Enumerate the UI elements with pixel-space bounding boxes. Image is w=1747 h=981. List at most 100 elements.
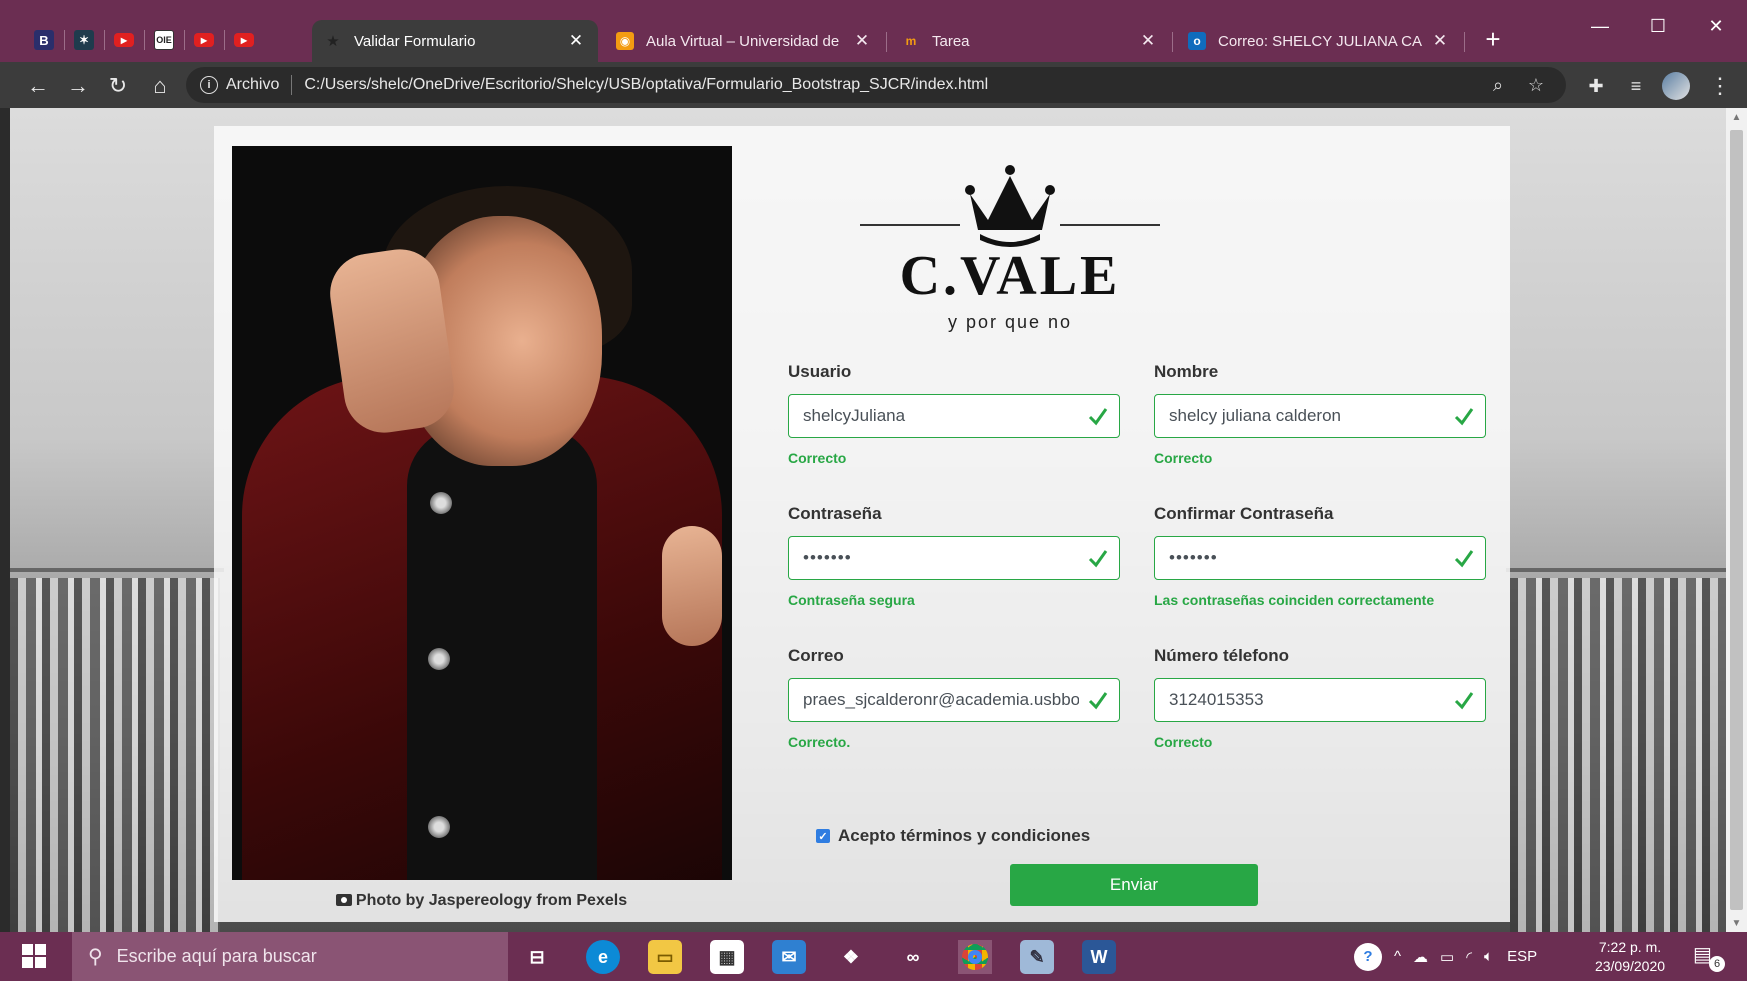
bookmark-star-icon[interactable]: ☆	[1522, 71, 1550, 99]
check-icon	[1454, 408, 1474, 426]
telefono-feedback: Correcto	[1154, 734, 1213, 750]
usuario-input[interactable]: shelcyJuliana	[788, 394, 1120, 438]
search-icon: ⚲	[88, 946, 103, 968]
reading-list-icon[interactable]: ≡	[1620, 70, 1652, 102]
form-card: Photo by Jaspereology from Pexels C.VALE…	[214, 126, 1510, 922]
browser-toolbar: ← → ↻ ⌂ i Archivo C:/Users/shelc/OneDriv…	[0, 62, 1747, 108]
tab-separator	[886, 32, 887, 52]
star-icon: ★	[326, 33, 340, 50]
edge-icon[interactable]: e	[586, 940, 620, 974]
new-tab-button[interactable]: +	[1476, 22, 1510, 56]
home-button[interactable]: ⌂	[144, 70, 176, 102]
page-scrollbar[interactable]: ▲ ▼	[1726, 108, 1747, 932]
volume-icon[interactable]: 🔈︎	[1484, 948, 1493, 965]
outlook-icon: o	[1188, 32, 1206, 50]
notes-app-icon[interactable]: ✎	[1020, 940, 1054, 974]
terms-checkbox-row[interactable]: ✓ Acepto términos y condiciones	[816, 826, 1090, 846]
close-window-button[interactable]: ✕	[1688, 6, 1744, 46]
check-icon	[1088, 408, 1108, 426]
youtube-icon: ▶	[194, 33, 214, 47]
chrome-icon[interactable]	[958, 940, 992, 974]
photo-hand-right	[662, 526, 722, 646]
field-telefono: Número télefono 3124015353 Correcto	[1154, 646, 1486, 750]
extensions-icon[interactable]: ✚	[1580, 70, 1612, 102]
brand-name: C.VALE	[899, 245, 1121, 307]
help-icon[interactable]: ?	[1354, 942, 1382, 971]
profile-avatar[interactable]	[1662, 72, 1690, 100]
language-indicator[interactable]: ESP	[1507, 948, 1537, 965]
tab-correo[interactable]: o Correo: SHELCY JULIANA CALD ✕	[1176, 20, 1462, 62]
scroll-down-arrow[interactable]: ▼	[1726, 914, 1747, 932]
windows-taskbar: ⚲ Escribe aquí para buscar ⊟ e ▭ ▦ ✉ ❖ ∞…	[0, 932, 1747, 981]
taskbar-search-placeholder: Escribe aquí para buscar	[116, 946, 317, 966]
nombre-input[interactable]: shelcy juliana calderon	[1154, 394, 1486, 438]
close-icon[interactable]: ✕	[1138, 31, 1158, 51]
store-icon[interactable]: ▦	[710, 940, 744, 974]
correo-input[interactable]: praes_sjcalderonr@academia.usbbog.edu.co	[788, 678, 1120, 722]
info-icon[interactable]: i	[200, 76, 218, 94]
moodle-m-icon: m	[905, 34, 917, 48]
nombre-value: shelcy juliana calderon	[1169, 406, 1341, 425]
menu-kebab-icon[interactable]: ⋮	[1704, 70, 1736, 102]
check-icon	[1088, 550, 1108, 568]
terms-checkbox[interactable]: ✓	[816, 829, 830, 843]
contrasena-input[interactable]: •••••••	[788, 536, 1120, 580]
back-button[interactable]: ←	[22, 70, 54, 102]
pinned-tab-youtube-3[interactable]: ▶	[224, 20, 264, 60]
usuario-label: Usuario	[788, 362, 852, 381]
contrasena-value: •••••••	[803, 548, 852, 567]
maximize-button[interactable]: ☐	[1630, 6, 1686, 46]
address-bar[interactable]: i Archivo C:/Users/shelc/OneDrive/Escrit…	[186, 67, 1566, 103]
chevron-up-icon[interactable]: ^	[1394, 948, 1401, 965]
forward-button[interactable]: →	[62, 70, 94, 102]
file-explorer-icon[interactable]: ▭	[648, 940, 682, 974]
scroll-thumb[interactable]	[1730, 130, 1743, 910]
scroll-up-arrow[interactable]: ▲	[1726, 108, 1747, 126]
pinned-tab-oie[interactable]: OIE	[144, 20, 184, 60]
pinned-tab-b[interactable]: B	[24, 20, 64, 60]
notification-center-icon[interactable]: ▤ 6	[1693, 942, 1725, 972]
youtube-icon: ▶	[234, 33, 254, 47]
photo-jacket-button	[428, 648, 450, 670]
onedrive-cloud-icon[interactable]: ☁	[1413, 948, 1428, 966]
mail-icon[interactable]: ✉	[772, 940, 806, 974]
address-url[interactable]: C:/Users/shelc/OneDrive/Escritorio/Shelc…	[304, 76, 988, 94]
dropbox-icon[interactable]: ❖	[834, 940, 868, 974]
tab-tarea[interactable]: m Tarea ✕	[890, 20, 1170, 62]
pinned-tab-star[interactable]: ✶	[64, 20, 104, 60]
pinned-tab-youtube-2[interactable]: ▶	[184, 20, 224, 60]
zoom-icon[interactable]: ⌕	[1484, 71, 1512, 99]
tab-aula-virtual[interactable]: ◉ Aula Virtual – Universidad de S ✕	[604, 20, 884, 62]
wifi-icon[interactable]: ◜	[1466, 948, 1472, 966]
tab-title: Validar Formulario	[354, 32, 476, 50]
close-icon[interactable]: ✕	[1430, 31, 1450, 51]
brand-logo: C.VALE y por que no	[860, 156, 1160, 336]
word-icon[interactable]: W	[1082, 940, 1116, 974]
usuario-feedback: Correcto	[788, 450, 847, 466]
confirmar-input[interactable]: •••••••	[1154, 536, 1486, 580]
tab-validar-formulario[interactable]: ★ Validar Formulario ✕	[312, 20, 598, 62]
tab-separator	[1464, 32, 1465, 52]
submit-button[interactable]: Enviar	[1010, 864, 1258, 906]
infinity-app-icon[interactable]: ∞	[896, 940, 930, 974]
pinned-tab-youtube-1[interactable]: ▶	[104, 20, 144, 60]
telefono-input[interactable]: 3124015353	[1154, 678, 1486, 722]
check-icon	[1088, 692, 1108, 710]
background-clothes-right	[1510, 578, 1726, 932]
contrasena-label: Contraseña	[788, 504, 882, 523]
tab-title: Tarea	[932, 32, 970, 50]
correo-label: Correo	[788, 646, 844, 665]
task-view-icon[interactable]: ⊟	[520, 940, 554, 974]
oie-icon: OIE	[154, 30, 174, 50]
reload-button[interactable]: ↻	[102, 70, 134, 102]
photo-credit: Photo by Jaspereology from Pexels	[214, 892, 749, 910]
address-actions: ⌕ ☆	[1484, 71, 1550, 99]
taskbar-search[interactable]: ⚲ Escribe aquí para buscar	[72, 932, 508, 981]
windows-start-icon[interactable]	[22, 944, 46, 968]
minimize-button[interactable]: —	[1572, 6, 1628, 46]
battery-icon[interactable]: ▭	[1440, 948, 1454, 966]
close-icon[interactable]: ✕	[852, 31, 872, 51]
system-tray: ? ^ ☁ ▭ ◜ 🔈︎ ESP	[1354, 932, 1537, 981]
taskbar-clock[interactable]: 7:22 p. m. 23/09/2020	[1590, 938, 1670, 976]
close-icon[interactable]: ✕	[566, 31, 586, 51]
